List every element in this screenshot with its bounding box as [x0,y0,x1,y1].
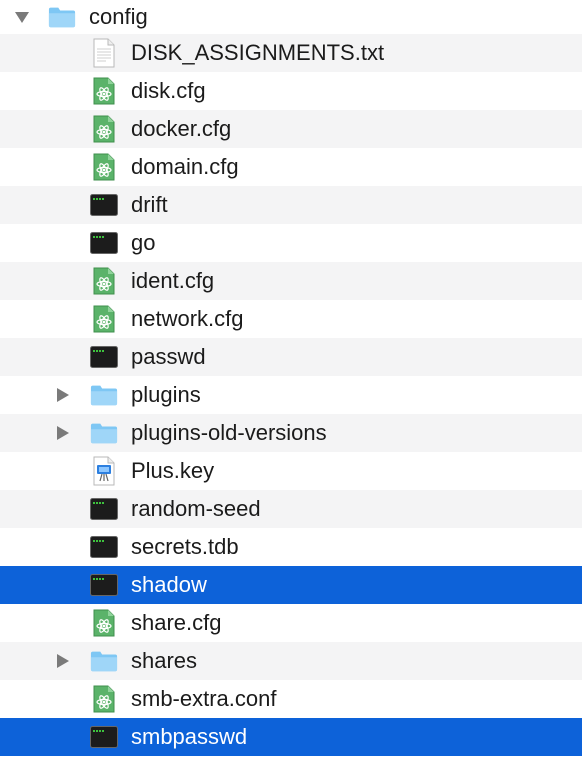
folder-row-plugins[interactable]: plugins [0,376,582,414]
file-name: shares [131,648,198,673]
file-row-disk-assignments-txt[interactable]: DISK_ASSIGNMENTS.txt [0,34,582,72]
folder-icon [90,647,118,675]
file-row-smbpasswd[interactable]: smbpasswd [0,718,582,756]
file-row-share-cfg[interactable]: share.cfg [0,604,582,642]
folder-row-plugins-old-versions[interactable]: plugins-old-versions [0,414,582,452]
atom-config-icon [90,685,118,713]
text-document-icon [90,38,118,68]
file-name: plugins-old-versions [131,420,327,445]
file-name: shadow [131,572,207,597]
file-name: DISK_ASSIGNMENTS.txt [131,40,385,65]
file-name: plugins [131,382,201,407]
file-row-plus-key[interactable]: Plus.key [0,452,582,490]
file-row-passwd[interactable]: passwd [0,338,582,376]
keynote-icon [90,456,118,486]
disclosure-triangle-collapsed-icon[interactable] [55,425,71,441]
file-name: domain.cfg [131,154,239,179]
terminal-exec-icon [90,191,118,219]
file-row-network-cfg[interactable]: network.cfg [0,300,582,338]
terminal-exec-icon [90,723,118,751]
folder-name-config: config [89,4,148,29]
terminal-exec-icon [90,571,118,599]
atom-config-icon [90,77,118,105]
file-row-disk-cfg[interactable]: disk.cfg [0,72,582,110]
file-name: Plus.key [131,458,215,483]
file-row-ident-cfg[interactable]: ident.cfg [0,262,582,300]
file-row-docker-cfg[interactable]: docker.cfg [0,110,582,148]
folder-row-config[interactable]: config [0,0,582,34]
file-name: passwd [131,344,206,369]
file-row-secrets-tdb[interactable]: secrets.tdb [0,528,582,566]
folder-row-shares[interactable]: shares [0,642,582,680]
file-name: go [131,230,156,255]
file-name: disk.cfg [131,78,206,103]
file-name: network.cfg [131,306,244,331]
file-row-random-seed[interactable]: random-seed [0,490,582,528]
file-row-smb-extra-conf[interactable]: smb-extra.conf [0,680,582,718]
file-list: config DISK_ASSIGNMENTS.txt disk.cfg doc… [0,0,582,760]
file-name: ident.cfg [131,268,215,293]
disclosure-triangle-expanded-icon[interactable] [14,9,30,25]
folder-icon [90,381,118,409]
disclosure-triangle-collapsed-icon[interactable] [55,387,71,403]
file-name: drift [131,192,168,217]
file-name: docker.cfg [131,116,232,141]
file-row-shadow[interactable]: shadow [0,566,582,604]
file-row-drift[interactable]: drift [0,186,582,224]
atom-config-icon [90,609,118,637]
file-name: random-seed [131,496,261,521]
file-name: smbpasswd [131,724,248,749]
atom-config-icon [90,115,118,143]
atom-config-icon [90,305,118,333]
folder-icon [48,3,76,31]
file-name: secrets.tdb [131,534,239,559]
folder-icon [90,419,118,447]
terminal-exec-icon [90,343,118,371]
disclosure-triangle-collapsed-icon[interactable] [55,653,71,669]
file-row-domain-cfg[interactable]: domain.cfg [0,148,582,186]
atom-config-icon [90,153,118,181]
file-name: share.cfg [131,610,222,635]
file-row-go[interactable]: go [0,224,582,262]
atom-config-icon [90,267,118,295]
terminal-exec-icon [90,495,118,523]
file-name: smb-extra.conf [131,686,277,711]
terminal-exec-icon [90,229,118,257]
terminal-exec-icon [90,533,118,561]
